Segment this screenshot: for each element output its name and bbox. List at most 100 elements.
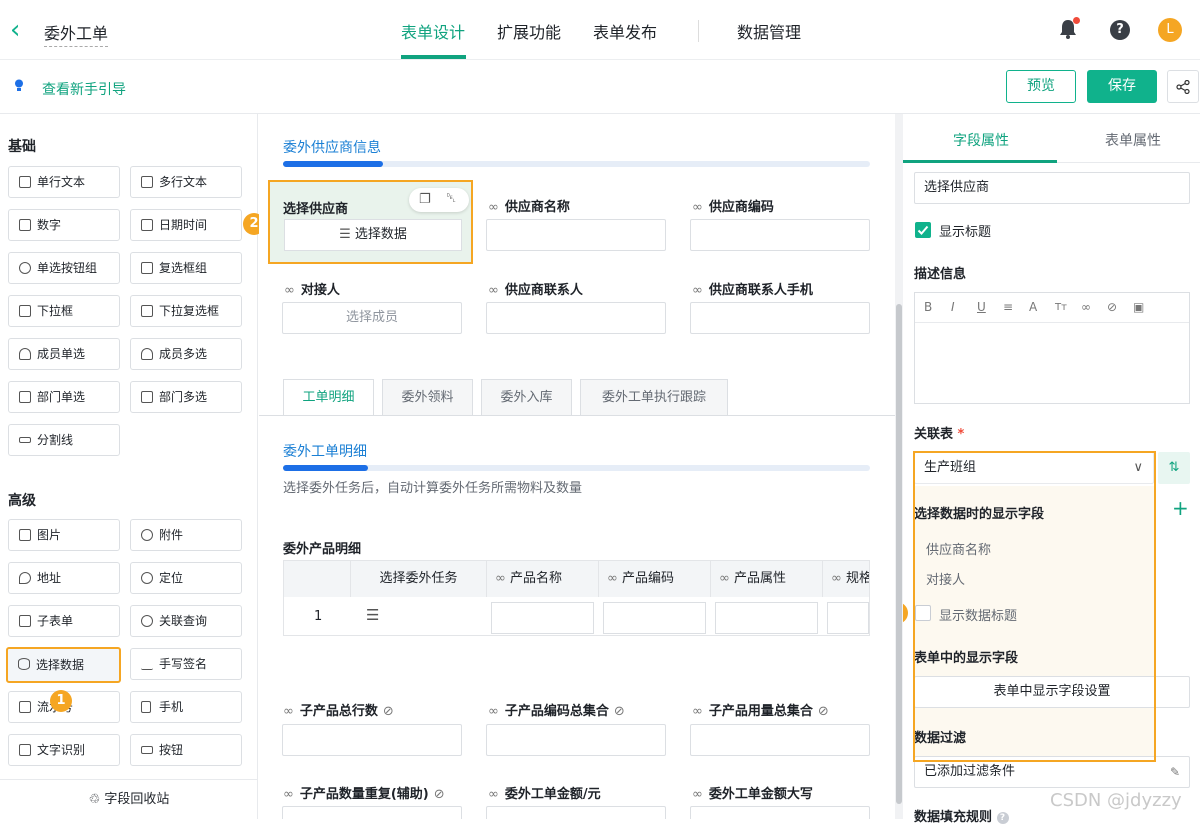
widget-multi-dropdown[interactable]: 下拉复选框 — [130, 295, 242, 327]
widget-signature[interactable]: 手写签名 — [130, 648, 242, 680]
underline-icon[interactable]: U — [977, 300, 986, 314]
link-icon[interactable]: ∞ — [1081, 300, 1091, 314]
help-icon[interactable]: ? — [1110, 20, 1130, 40]
subtab-order-detail[interactable]: 工单明细 — [283, 379, 374, 416]
select-supplier-field[interactable]: 选择供应商 ❐ ␡ ☰ 选择数据 — [268, 180, 473, 264]
amount-upper-input[interactable] — [690, 806, 870, 819]
supplier-code-input[interactable] — [690, 219, 870, 251]
field-label-supplier-code: ∞ 供应商编码 — [692, 196, 774, 215]
subtab-outsource-material[interactable]: 委外领料 — [382, 379, 473, 416]
subtab-execution-tracking[interactable]: 委外工单执行跟踪 — [580, 379, 728, 416]
table-header-label: 产品名称 — [509, 571, 562, 586]
sort-icon[interactable]: ⇅ — [1158, 452, 1190, 484]
avatar[interactable]: L — [1158, 18, 1182, 42]
widget-dept-multi[interactable]: 部门多选 — [130, 381, 242, 413]
widget-member-single[interactable]: 成员单选 — [8, 338, 120, 370]
font-color-icon[interactable]: A — [1029, 300, 1037, 314]
unlink-icon[interactable]: ⊘ — [1107, 300, 1117, 314]
tab-form-props[interactable]: 表单属性 — [1105, 130, 1161, 150]
share-button[interactable] — [1167, 70, 1199, 103]
canvas-scrollbar[interactable] — [895, 114, 903, 819]
widget-datetime[interactable]: 日期时间 — [130, 209, 242, 241]
widget-button[interactable]: 按钮 — [130, 734, 242, 766]
supplier-contact-phone-input[interactable] — [690, 302, 870, 334]
widget-checkbox-group[interactable]: 复选框组 — [130, 252, 242, 284]
product-detail-table: 选择委外任务 ∞ 产品名称 ∞ 产品编码 ∞ 产品属性 ∞ 规格 1 ☰ — [283, 560, 870, 636]
subtab-baseline — [259, 415, 895, 416]
product-attr-cell[interactable] — [715, 602, 818, 634]
widget-dept-single[interactable]: 部门单选 — [8, 381, 120, 413]
widget-address[interactable]: 地址 — [8, 562, 120, 594]
text-icon — [141, 176, 153, 188]
add-icon[interactable]: + — [1172, 496, 1189, 520]
scrollbar-thumb[interactable] — [896, 304, 902, 804]
widget-single-text[interactable]: 单行文本 — [8, 166, 120, 198]
qty-dup-input[interactable] — [282, 806, 462, 819]
widget-related-query[interactable]: 关联查询 — [130, 605, 242, 637]
tab-publish[interactable]: 表单发布 — [593, 19, 657, 43]
widget-multi-text[interactable]: 多行文本 — [130, 166, 242, 198]
desc-label: 描述信息 — [914, 267, 967, 282]
field-title-input[interactable]: 选择供应商 — [914, 172, 1190, 204]
total-rows-input[interactable] — [282, 724, 462, 756]
edit-icon[interactable]: ✎ — [1170, 757, 1180, 787]
group-title-supplier: 委外供应商信息 — [283, 140, 381, 156]
widget-select-data[interactable]: 选择数据 — [6, 647, 121, 683]
widget-radio-group[interactable]: 单选按钮组 — [8, 252, 120, 284]
trash-icon[interactable]: ␡ — [446, 191, 456, 206]
database-icon[interactable]: ☰ — [366, 606, 379, 624]
subtab-outsource-warehousing[interactable]: 委外入库 — [481, 379, 572, 416]
align-icon[interactable]: ≡ — [1003, 300, 1013, 314]
amount-input[interactable] — [486, 806, 666, 819]
tab-field-props[interactable]: 字段属性 — [953, 130, 1009, 150]
link-icon: ∞ — [283, 787, 294, 802]
widget-divider[interactable]: 分割线 — [8, 424, 120, 456]
show-title-checkbox[interactable] — [915, 222, 931, 238]
preview-button[interactable]: 预览 — [1006, 70, 1076, 103]
back-icon[interactable]: ‹ — [10, 17, 20, 43]
target-icon — [141, 572, 153, 584]
database-icon — [18, 658, 30, 670]
step-badge-1: 1 — [50, 690, 72, 712]
widget-label: 下拉框 — [37, 304, 74, 318]
widget-ocr[interactable]: 文字识别 — [8, 734, 120, 766]
product-code-cell[interactable] — [603, 602, 706, 634]
tab-data-management[interactable]: 数据管理 — [737, 19, 801, 43]
select-data-button[interactable]: ☰ 选择数据 — [284, 219, 462, 251]
field-recycle-bin[interactable]: ♲ 字段回收站 — [0, 779, 258, 819]
widget-image[interactable]: 图片 — [8, 519, 120, 551]
widget-location[interactable]: 定位 — [130, 562, 242, 594]
widget-number[interactable]: 数字 — [8, 209, 120, 241]
description-editor[interactable]: B I U ≡ A Tт ∞ ⊘ ▣ — [914, 292, 1190, 404]
label-text: 供应商名称 — [504, 200, 570, 215]
label-text: 子产品总行数 — [299, 704, 378, 719]
code-set-input[interactable] — [486, 724, 666, 756]
supplier-name-input[interactable] — [486, 219, 666, 251]
label-text: 对接人 — [300, 283, 340, 298]
number-icon — [19, 219, 31, 231]
group-title-detail: 委外工单明细 — [283, 444, 367, 460]
widget-subform[interactable]: 子表单 — [8, 605, 120, 637]
usage-set-input[interactable] — [690, 724, 870, 756]
spec-cell[interactable] — [827, 602, 869, 634]
help-icon[interactable]: ? — [996, 812, 1009, 824]
copy-icon[interactable]: ❐ — [419, 192, 431, 207]
tab-form-design[interactable]: 表单设计 — [401, 19, 465, 43]
save-button[interactable]: 保存 — [1087, 70, 1157, 103]
tab-extensions[interactable]: 扩展功能 — [497, 19, 561, 43]
widget-attachment[interactable]: 附件 — [130, 519, 242, 551]
widget-member-multi[interactable]: 成员多选 — [130, 338, 242, 370]
guide-link[interactable]: 查看新手引导 — [42, 79, 126, 99]
field-label-amount: ∞ 委外工单金额/元 — [488, 783, 601, 802]
italic-icon[interactable]: I — [951, 300, 955, 314]
database-icon: ☰ — [339, 227, 351, 242]
widget-dropdown[interactable]: 下拉框 — [8, 295, 120, 327]
image-icon[interactable]: ▣ — [1133, 300, 1144, 314]
widget-phone[interactable]: 手机 — [130, 691, 242, 723]
font-size-icon[interactable]: Tт — [1055, 302, 1067, 313]
select-member-input[interactable]: 选择成员 — [282, 302, 462, 334]
product-name-cell[interactable] — [491, 602, 594, 634]
supplier-contact-input[interactable] — [486, 302, 666, 334]
app-title[interactable]: 委外工单 — [44, 20, 109, 47]
bold-icon[interactable]: B — [924, 300, 932, 314]
